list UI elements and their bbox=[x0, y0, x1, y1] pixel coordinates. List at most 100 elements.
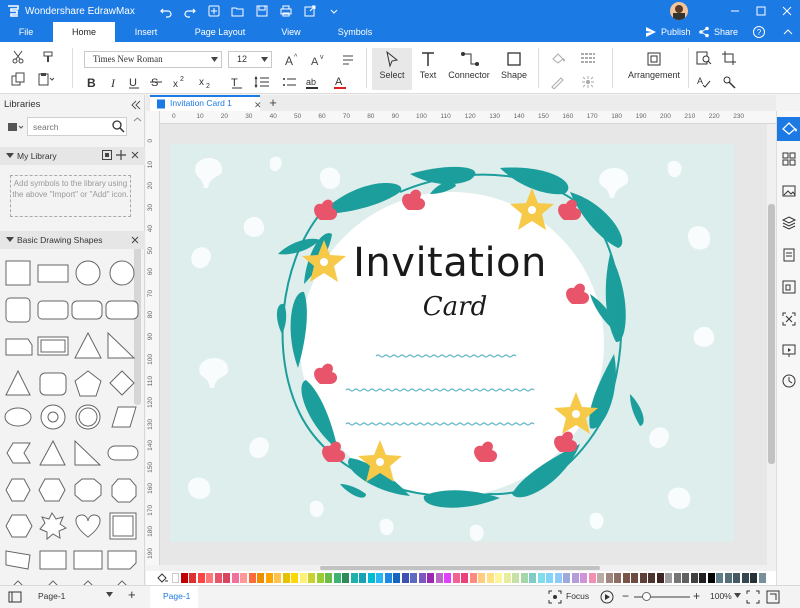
zoom-in-button[interactable]: + bbox=[693, 589, 700, 603]
line-spacing-icon[interactable] bbox=[254, 74, 270, 90]
text-options-icon[interactable] bbox=[340, 52, 356, 68]
color-swatch[interactable] bbox=[639, 573, 647, 583]
color-swatch[interactable] bbox=[189, 573, 196, 583]
more-icon[interactable] bbox=[327, 4, 341, 18]
minimize-icon[interactable] bbox=[722, 0, 748, 22]
color-swatch[interactable] bbox=[614, 573, 621, 583]
connector-tool[interactable]: Connector bbox=[444, 48, 494, 90]
tab-file[interactable]: File bbox=[10, 22, 42, 42]
color-swatch[interactable] bbox=[444, 573, 451, 583]
copy-icon[interactable] bbox=[10, 71, 26, 87]
add-tab-button[interactable]: + bbox=[266, 95, 280, 111]
card-title[interactable]: Invitation bbox=[350, 240, 550, 286]
shape-thumbnails[interactable] bbox=[2, 253, 142, 593]
color-swatch[interactable] bbox=[537, 573, 545, 583]
color-swatch[interactable] bbox=[410, 573, 417, 583]
color-swatch[interactable] bbox=[673, 573, 681, 583]
print-icon[interactable] bbox=[279, 4, 293, 18]
italic-icon[interactable]: I bbox=[106, 74, 122, 90]
vertical-scrollbar[interactable] bbox=[767, 124, 776, 565]
zoom-slider[interactable] bbox=[634, 592, 690, 601]
color-swatch[interactable] bbox=[571, 573, 579, 583]
focus-label[interactable]: Focus bbox=[566, 591, 589, 601]
bold-icon[interactable]: B bbox=[84, 74, 100, 90]
color-swatch[interactable] bbox=[588, 573, 596, 583]
select-tool[interactable]: Select bbox=[372, 48, 412, 90]
text-case-icon[interactable]: T bbox=[230, 74, 246, 90]
grid-icon[interactable] bbox=[781, 151, 797, 167]
color-swatch[interactable] bbox=[342, 573, 349, 583]
color-swatch[interactable] bbox=[359, 573, 366, 583]
chevron-down-icon[interactable] bbox=[106, 592, 113, 597]
add-page-button[interactable]: + bbox=[128, 587, 136, 602]
color-swatch[interactable] bbox=[206, 573, 213, 583]
page[interactable]: Invitation Card bbox=[170, 144, 734, 542]
color-swatch[interactable] bbox=[350, 573, 358, 583]
color-swatch[interactable] bbox=[597, 573, 604, 583]
page-layout-icon[interactable] bbox=[8, 590, 22, 604]
color-swatch[interactable] bbox=[418, 573, 426, 583]
text-tool[interactable]: Text bbox=[408, 48, 448, 90]
chevron-down-icon[interactable] bbox=[734, 593, 741, 598]
color-swatch[interactable] bbox=[546, 573, 553, 583]
color-swatch[interactable] bbox=[469, 573, 477, 583]
open-folder-icon[interactable] bbox=[231, 4, 245, 18]
color-swatch[interactable] bbox=[223, 573, 230, 583]
color-swatch[interactable] bbox=[384, 573, 392, 583]
maximize-icon[interactable] bbox=[748, 0, 774, 22]
color-swatch[interactable] bbox=[512, 573, 519, 583]
color-swatch[interactable] bbox=[452, 573, 460, 583]
layers-icon[interactable] bbox=[781, 215, 797, 231]
publish-button[interactable]: Publish bbox=[645, 22, 691, 42]
card-subtitle[interactable]: Card bbox=[410, 292, 500, 322]
color-swatch[interactable] bbox=[240, 573, 247, 583]
undo-icon[interactable] bbox=[159, 4, 173, 18]
redo-icon[interactable] bbox=[183, 4, 197, 18]
color-swatch[interactable] bbox=[248, 573, 256, 583]
color-swatch[interactable] bbox=[758, 573, 766, 583]
underline-icon[interactable]: U bbox=[126, 74, 142, 90]
shape-tool[interactable]: Shape bbox=[494, 48, 534, 90]
fit-icon[interactable] bbox=[781, 311, 797, 327]
decrease-font-icon[interactable]: Av bbox=[310, 52, 326, 68]
vertical-scroll-thumb[interactable] bbox=[768, 204, 775, 464]
color-swatch[interactable] bbox=[401, 573, 409, 583]
color-swatch[interactable] bbox=[478, 573, 485, 583]
help-icon[interactable]: ? bbox=[752, 25, 766, 39]
document-tab[interactable]: Invitation Card 1 ✕ bbox=[150, 95, 262, 111]
page-tab[interactable]: Page-1 bbox=[163, 591, 190, 601]
effects-icon[interactable] bbox=[580, 74, 596, 90]
library-menu-icon[interactable] bbox=[7, 120, 25, 134]
focus-icon[interactable] bbox=[548, 590, 562, 604]
tab-view[interactable]: View bbox=[274, 22, 308, 42]
color-swatch[interactable] bbox=[393, 573, 400, 583]
basic-shapes-header[interactable]: Basic Drawing Shapes bbox=[0, 231, 145, 249]
color-swatch[interactable] bbox=[291, 573, 298, 583]
color-swatch[interactable] bbox=[316, 573, 324, 583]
text-background-icon[interactable]: ab bbox=[306, 74, 322, 90]
fit-page-icon[interactable] bbox=[746, 590, 760, 604]
color-swatch[interactable] bbox=[376, 573, 383, 583]
spell-check-icon[interactable]: A bbox=[696, 74, 712, 90]
color-swatch[interactable] bbox=[631, 573, 638, 583]
close-section-icon[interactable] bbox=[130, 235, 140, 245]
color-swatch[interactable] bbox=[690, 573, 698, 583]
format-painter-icon[interactable] bbox=[40, 49, 56, 65]
color-swatch[interactable] bbox=[427, 573, 434, 583]
color-swatch[interactable] bbox=[656, 573, 664, 583]
color-swatch[interactable] bbox=[580, 573, 587, 583]
fill-icon[interactable] bbox=[550, 50, 566, 66]
horizontal-scroll-thumb[interactable] bbox=[320, 566, 600, 570]
color-swatch[interactable] bbox=[707, 573, 715, 583]
color-swatch[interactable] bbox=[495, 573, 502, 583]
color-swatch[interactable] bbox=[265, 573, 273, 583]
save-icon[interactable] bbox=[255, 4, 269, 18]
color-swatch[interactable] bbox=[274, 573, 281, 583]
fill-color-icon[interactable] bbox=[156, 572, 168, 584]
find-replace-icon[interactable] bbox=[696, 50, 712, 66]
export-icon[interactable] bbox=[303, 4, 317, 18]
color-swatch[interactable] bbox=[461, 573, 468, 583]
close-section-icon[interactable] bbox=[130, 150, 140, 160]
color-swatch[interactable] bbox=[741, 573, 749, 583]
collapse-panel-icon[interactable] bbox=[130, 99, 142, 111]
